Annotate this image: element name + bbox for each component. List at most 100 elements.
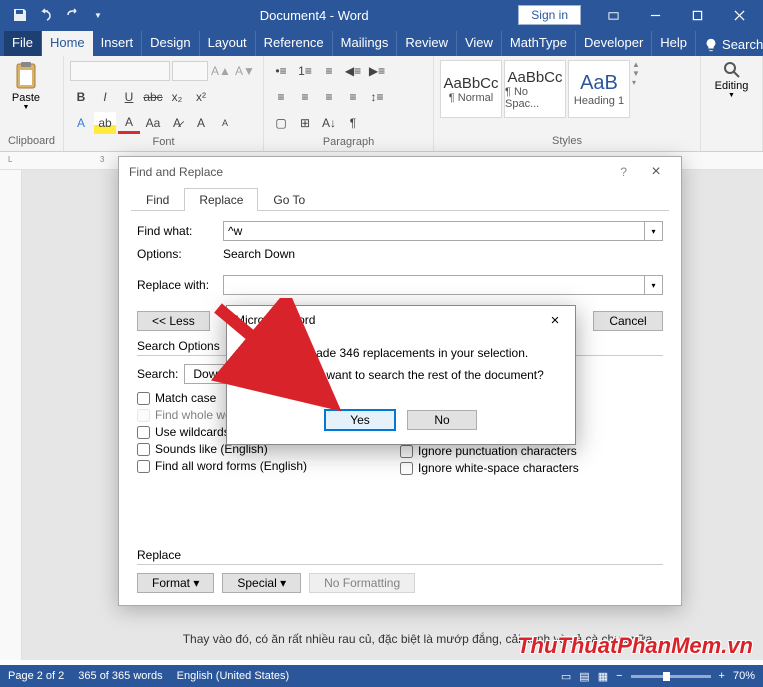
replace-with-label: Replace with: xyxy=(137,278,223,292)
view-read-icon[interactable]: ▭ xyxy=(561,670,571,683)
minimize-icon[interactable] xyxy=(635,0,675,30)
align-right-icon[interactable]: ≡ xyxy=(318,86,340,108)
editing-label: Editing xyxy=(715,80,749,92)
change-case-button[interactable]: Aa xyxy=(142,112,164,134)
borders-icon[interactable]: ⊞ xyxy=(294,112,316,134)
special-button[interactable]: Special ▾ xyxy=(222,573,301,593)
clear-formatting-button[interactable]: A̷ xyxy=(166,112,188,134)
tab-home[interactable]: Home xyxy=(42,31,93,56)
status-page[interactable]: Page 2 of 2 xyxy=(8,670,64,682)
chk-ignore-punct[interactable]: Ignore punctuation characters xyxy=(400,444,663,458)
close-icon[interactable] xyxy=(719,0,759,30)
msgbox-line2: Do you want to search the rest of the do… xyxy=(285,368,544,382)
style-normal[interactable]: AaBbCc ¶ Normal xyxy=(440,60,502,118)
replace-with-dropdown[interactable]: ▾ xyxy=(645,275,663,295)
tab-layout[interactable]: Layout xyxy=(200,31,256,56)
save-icon[interactable] xyxy=(8,3,32,27)
fr-tab-goto[interactable]: Go To xyxy=(258,188,320,211)
format-button[interactable]: Format ▾ xyxy=(137,573,214,593)
font-size-select[interactable] xyxy=(172,61,208,81)
ribbon: Paste ▼ Clipboard A▲ A▼ B I U abc x₂ x² xyxy=(0,56,763,152)
tell-me-search[interactable]: Search xyxy=(704,37,763,56)
tab-view[interactable]: View xyxy=(457,31,502,56)
zoom-in-icon[interactable]: + xyxy=(719,670,725,682)
align-center-icon[interactable]: ≡ xyxy=(294,86,316,108)
shrink-font-2[interactable]: A xyxy=(214,112,236,134)
chk-ignore-white[interactable]: Ignore white-space characters xyxy=(400,461,663,475)
editing-button[interactable]: Editing ▼ xyxy=(707,60,756,99)
status-words[interactable]: 365 of 365 words xyxy=(78,670,162,682)
show-marks-icon[interactable]: ¶ xyxy=(342,112,364,134)
font-color-button[interactable]: A xyxy=(118,112,140,134)
options-value: Search Down xyxy=(223,247,295,261)
dialog-close-icon[interactable]: × xyxy=(641,163,671,181)
tab-design[interactable]: Design xyxy=(142,31,199,56)
zoom-slider[interactable] xyxy=(631,675,711,678)
highlight-button[interactable]: ab xyxy=(94,112,116,134)
find-what-label: Find what: xyxy=(137,224,223,238)
fr-tab-find[interactable]: Find xyxy=(131,188,184,211)
font-family-select[interactable] xyxy=(70,61,170,81)
chk-word-forms[interactable]: Find all word forms (English) xyxy=(137,459,400,473)
no-button[interactable]: No xyxy=(407,410,477,430)
increase-indent-icon[interactable]: ▶≡ xyxy=(366,60,388,82)
style-heading1[interactable]: AaB Heading 1 xyxy=(568,60,630,118)
bold-button[interactable]: B xyxy=(70,86,92,108)
yes-button[interactable]: Yes xyxy=(325,410,395,430)
view-print-icon[interactable]: ▤ xyxy=(579,670,589,683)
zoom-out-icon[interactable]: − xyxy=(616,670,622,682)
replace-with-input[interactable] xyxy=(223,275,645,295)
tab-mathtype[interactable]: MathType xyxy=(502,31,576,56)
dialog-title: Find and Replace xyxy=(129,165,223,179)
style-no-spacing[interactable]: AaBbCc ¶ No Spac... xyxy=(504,60,566,118)
shrink-font-icon[interactable]: A▼ xyxy=(234,60,256,82)
line-spacing-icon[interactable]: ↕≡ xyxy=(366,86,388,108)
msgbox-close-icon[interactable]: × xyxy=(543,312,567,329)
superscript-button[interactable]: x² xyxy=(190,86,212,108)
zoom-level[interactable]: 70% xyxy=(733,670,755,682)
multilevel-icon[interactable]: ≡ xyxy=(318,60,340,82)
qat-dropdown-icon[interactable]: ▼ xyxy=(86,3,110,27)
msgbox-line1: We made 346 replacements in your selecti… xyxy=(285,346,544,360)
styles-gallery-scroll[interactable]: ▲▼▾ xyxy=(632,60,646,87)
less-button[interactable]: << Less xyxy=(137,311,210,331)
find-what-input[interactable] xyxy=(223,221,645,241)
tab-insert[interactable]: Insert xyxy=(93,31,143,56)
find-what-dropdown[interactable]: ▾ xyxy=(645,221,663,241)
numbering-icon[interactable]: 1≡ xyxy=(294,60,316,82)
paste-button[interactable]: Paste ▼ xyxy=(6,60,46,111)
title-bar: ▼ Document4 - Word Sign in xyxy=(0,0,763,30)
redo-icon[interactable] xyxy=(60,3,84,27)
group-clipboard: Clipboard xyxy=(6,133,57,149)
align-left-icon[interactable]: ≡ xyxy=(270,86,292,108)
tab-file[interactable]: File xyxy=(4,31,42,56)
bullets-icon[interactable]: •≡ xyxy=(270,60,292,82)
subscript-button[interactable]: x₂ xyxy=(166,86,188,108)
tab-help[interactable]: Help xyxy=(652,31,696,56)
justify-icon[interactable]: ≡ xyxy=(342,86,364,108)
grow-font-2[interactable]: A xyxy=(190,112,212,134)
undo-icon[interactable] xyxy=(34,3,58,27)
sort-icon[interactable]: A↓ xyxy=(318,112,340,134)
fr-tab-replace[interactable]: Replace xyxy=(184,188,258,211)
text-effects-button[interactable]: A xyxy=(70,112,92,134)
shading-icon[interactable]: ▢ xyxy=(270,112,292,134)
decrease-indent-icon[interactable]: ◀≡ xyxy=(342,60,364,82)
strike-button[interactable]: abc xyxy=(142,86,164,108)
grow-font-icon[interactable]: A▲ xyxy=(210,60,232,82)
tab-references[interactable]: Reference xyxy=(256,31,333,56)
italic-button[interactable]: I xyxy=(94,86,116,108)
ribbon-display-icon[interactable] xyxy=(593,0,633,30)
tab-developer[interactable]: Developer xyxy=(576,31,652,56)
vertical-ruler[interactable] xyxy=(0,170,22,660)
maximize-icon[interactable] xyxy=(677,0,717,30)
bulb-icon xyxy=(704,38,718,52)
tab-mailings[interactable]: Mailings xyxy=(333,31,398,56)
sign-in-button[interactable]: Sign in xyxy=(518,5,581,25)
status-lang[interactable]: English (United States) xyxy=(177,670,290,682)
tab-review[interactable]: Review xyxy=(397,31,457,56)
underline-button[interactable]: U xyxy=(118,86,140,108)
cancel-button[interactable]: Cancel xyxy=(593,311,663,331)
dialog-help-icon[interactable]: ? xyxy=(620,165,627,179)
view-web-icon[interactable]: ▦ xyxy=(598,670,608,683)
